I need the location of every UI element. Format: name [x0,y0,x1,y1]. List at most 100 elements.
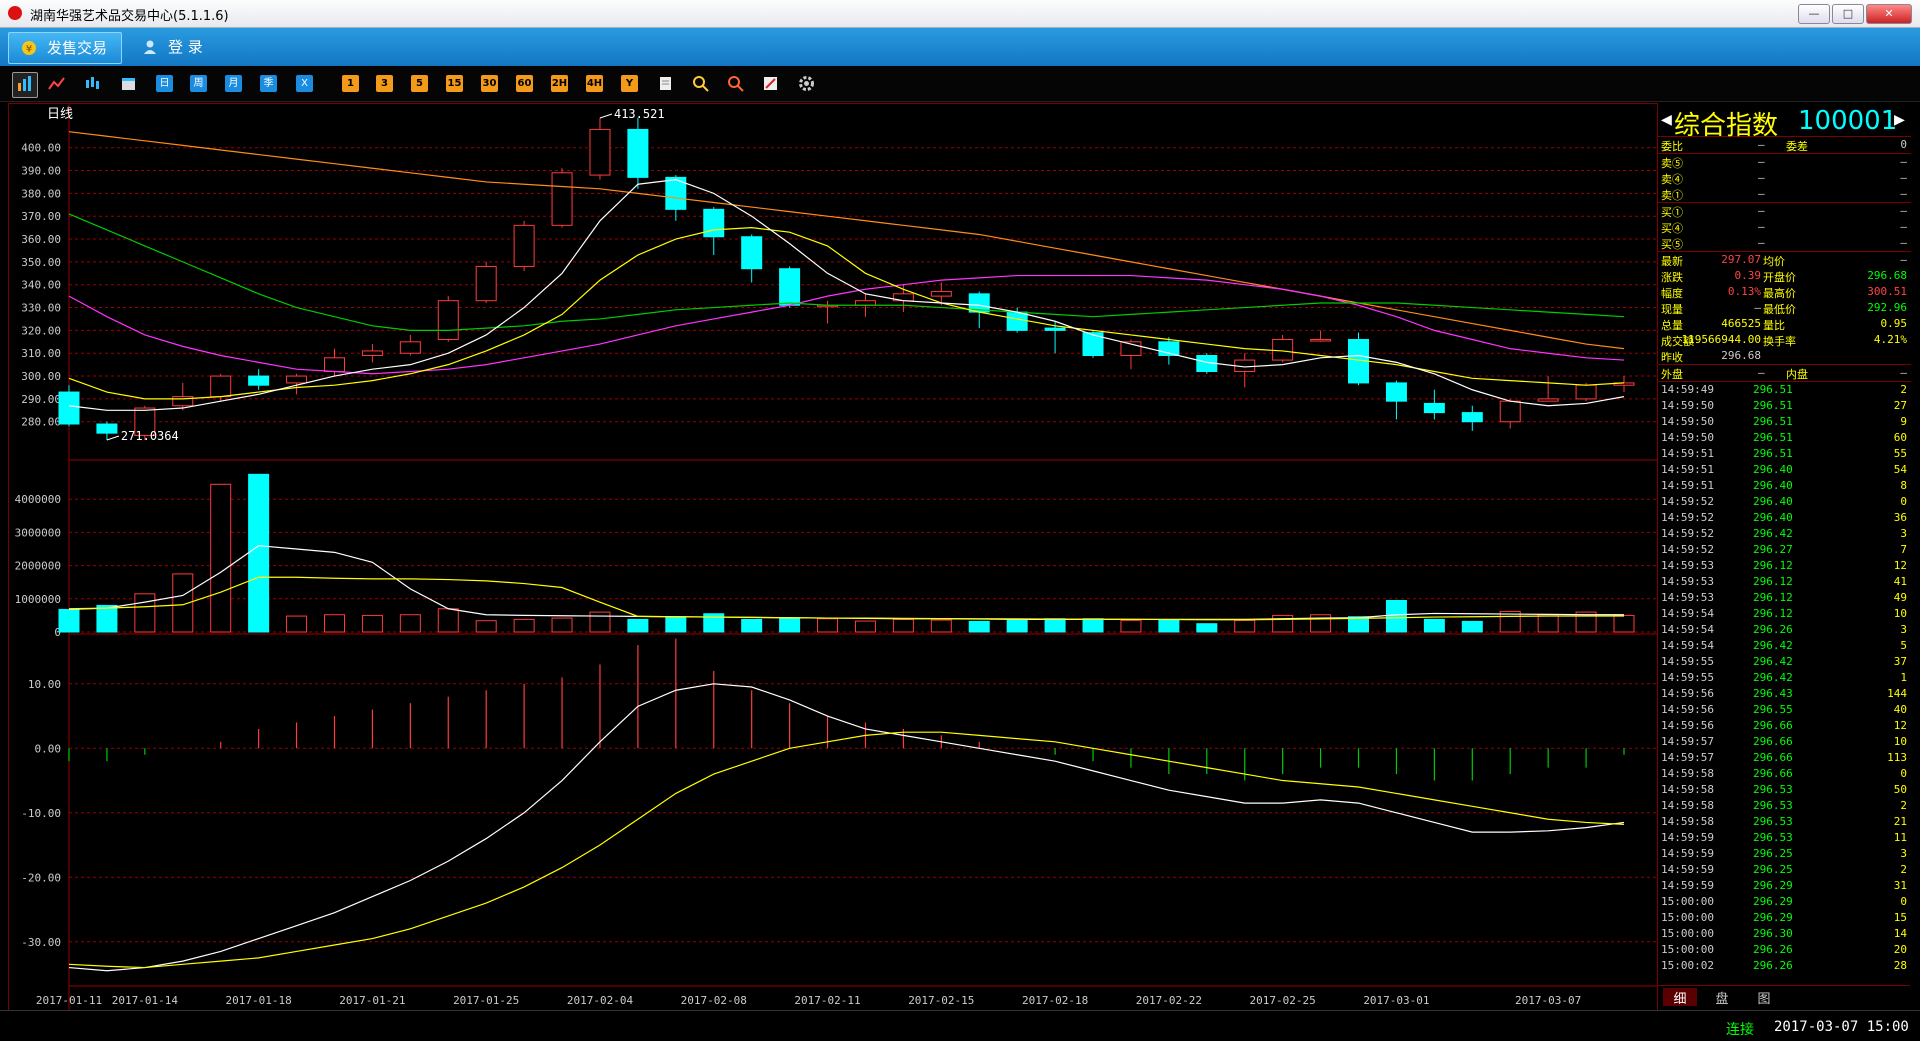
close-button[interactable]: ✕ [1866,4,1912,24]
candle-body[interactable] [286,375,308,384]
volume-bar[interactable] [1158,619,1180,633]
volume-bar[interactable] [58,608,80,633]
volume-bar[interactable] [1272,614,1294,633]
volume-bar[interactable] [741,618,763,633]
period-30min-button[interactable]: 30 [481,75,498,92]
volume-bar[interactable] [930,619,952,633]
candle-body[interactable] [551,172,573,226]
zoom-out-icon[interactable] [727,75,744,92]
volume-bar[interactable] [551,617,573,633]
volume-bar[interactable] [1044,618,1066,633]
zoom-in-icon[interactable] [692,75,709,92]
volume-bar[interactable] [1196,623,1218,633]
volume-bar[interactable] [1461,620,1483,633]
candle-body[interactable] [1499,400,1521,423]
period-60min-button[interactable]: 60 [516,75,533,92]
volume-bar[interactable] [779,617,801,633]
candle-body[interactable] [1044,327,1066,331]
candle-body[interactable] [513,224,535,267]
period-15min-button[interactable]: 15 [446,75,463,92]
volume-bar[interactable] [665,617,687,633]
calendar-icon[interactable] [120,75,137,92]
candle-body[interactable] [854,300,876,306]
volume-bar[interactable] [1006,618,1028,633]
volume-bar[interactable] [854,620,876,633]
volume-bar[interactable] [134,593,156,633]
period-day-button[interactable]: 日 [156,75,173,92]
tab-login[interactable]: 登 录 [130,32,217,62]
candle-body[interactable] [1310,339,1332,342]
minimize-button[interactable]: — [1798,4,1830,24]
volume-bar[interactable] [817,618,839,633]
candle-body[interactable] [361,350,383,357]
candle-body[interactable] [627,128,649,178]
period-3min-button[interactable]: 3 [376,75,393,92]
chart-area[interactable]: 400.00 390.00 380.00 370.00 360.00 350.00 340.… [8,103,1658,1012]
period-2h-button[interactable]: 2H [551,75,568,92]
prev-instrument-icon[interactable]: ◀ [1661,109,1672,130]
candle-body[interactable] [399,341,421,354]
candle-body[interactable] [437,300,459,341]
candle-body[interactable] [323,357,345,372]
candlestick-icon[interactable] [84,75,101,92]
volume-bar[interactable] [1613,614,1635,633]
volume-bar[interactable] [248,473,270,633]
candle-body[interactable] [1006,311,1028,331]
tab-detail[interactable]: 细 [1663,988,1697,1007]
volume-bar[interactable] [589,611,611,633]
period-custom-button[interactable]: X [296,75,313,92]
candle-body[interactable] [475,265,497,302]
maximize-button[interactable]: □ [1832,4,1864,24]
draw-tool-icon[interactable] [762,75,779,92]
volume-bar[interactable] [892,618,914,633]
tab-book[interactable]: 盘 [1705,988,1739,1007]
next-instrument-icon[interactable]: ▶ [1894,109,1905,130]
candle-body[interactable] [779,268,801,306]
volume-bar[interactable] [210,483,232,633]
candle-body[interactable] [1461,412,1483,423]
gear-icon[interactable] [798,75,815,92]
period-1min-button[interactable]: 1 [342,75,359,92]
volume-bar[interactable] [1082,618,1104,633]
period-quarter-button[interactable]: 季 [260,75,277,92]
volume-bar[interactable] [399,614,421,633]
volume-bar[interactable] [475,620,497,633]
chart-type-bar-icon[interactable] [12,72,38,98]
volume-bar[interactable] [361,614,383,633]
candle-body[interactable] [1423,402,1445,414]
volume-bar[interactable] [1537,614,1559,633]
candle-body[interactable] [58,391,80,425]
candle-body[interactable] [1537,398,1559,402]
notes-icon[interactable] [657,75,674,92]
candle-body[interactable] [1272,339,1294,361]
candle-body[interactable] [741,236,763,270]
candle-body[interactable] [248,375,270,386]
candle-body[interactable] [930,291,952,297]
volume-bar[interactable] [1120,619,1142,633]
candle-body[interactable] [210,375,232,398]
period-month-button[interactable]: 月 [225,75,242,92]
candle-body[interactable] [96,423,118,434]
volume-bar[interactable] [437,608,459,633]
volume-bar[interactable] [1423,618,1445,633]
volume-bar[interactable] [627,618,649,633]
candle-body[interactable] [589,128,611,176]
volume-bar[interactable] [323,614,345,633]
volume-bar[interactable] [96,604,118,633]
volume-bar[interactable] [286,615,308,633]
volume-bar[interactable] [968,620,990,633]
line-chart-icon[interactable] [48,75,65,92]
candle-body[interactable] [1385,382,1407,402]
kline-chart[interactable]: 400.00 390.00 380.00 370.00 360.00 350.00 340.… [9,104,1657,1011]
period-4h-button[interactable]: 4H [586,75,603,92]
volume-bar[interactable] [1385,599,1407,633]
volume-bar[interactable] [513,618,535,633]
tab-trade[interactable]: ¥ 发售交易 [8,32,123,64]
candle-body[interactable] [1575,384,1597,400]
volume-bar[interactable] [1234,619,1256,633]
candle-body[interactable] [703,208,725,238]
period-year-button[interactable]: Y [621,75,638,92]
period-week-button[interactable]: 周 [190,75,207,92]
volume-bar[interactable] [1310,614,1332,633]
tab-graph[interactable]: 图 [1747,988,1781,1007]
